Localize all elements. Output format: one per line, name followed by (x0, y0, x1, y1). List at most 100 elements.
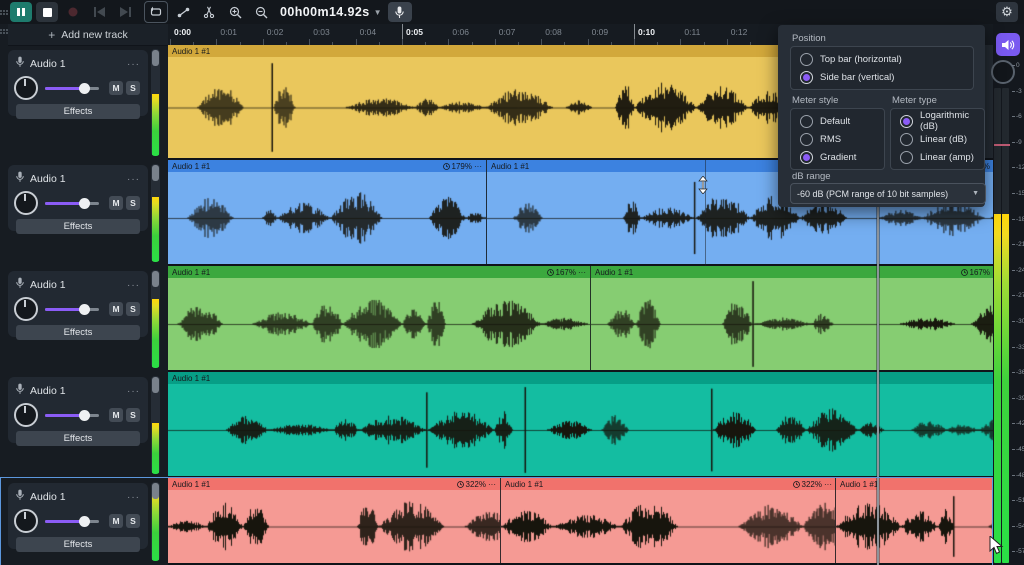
meter-type-option[interactable]: Linear (dB) (891, 130, 984, 148)
slider-thumb[interactable] (79, 83, 90, 94)
slider-thumb[interactable] (79, 304, 90, 315)
master-volume-knob[interactable] (991, 60, 1015, 84)
audio-clip[interactable]: Audio 1 #1167% (590, 266, 994, 370)
track-header: Audio 1 ··· MS Effects (0, 478, 168, 565)
track-header-card[interactable]: Audio 1···MSEffects (8, 271, 148, 337)
solo-button[interactable]: S (126, 514, 140, 528)
audio-clip[interactable]: Audio 1 #1322%··· (500, 478, 836, 563)
effects-button[interactable]: Effects (16, 219, 140, 234)
time-display-dropdown[interactable]: 00h00m14.92s ▼ (280, 5, 382, 19)
clip-more-button[interactable]: ··· (488, 480, 496, 489)
toolbar-drag-handle[interactable] (0, 10, 8, 15)
track-volume-slider[interactable] (45, 308, 99, 311)
audio-clip[interactable]: Audio 1 #1 322%··· (168, 478, 500, 563)
track-mic-icon (16, 276, 24, 294)
slider-thumb[interactable] (79, 198, 90, 209)
loop-button[interactable] (144, 1, 168, 23)
add-new-track-button[interactable]: + Add new track (8, 24, 168, 46)
meter-style-option[interactable]: Default (791, 112, 884, 130)
audio-clip[interactable]: Audio 1 #1 (168, 372, 993, 476)
microphone-button[interactable] (388, 2, 412, 22)
track-gain-knob[interactable] (14, 191, 38, 215)
track-meter-handle[interactable] (152, 377, 159, 393)
panel-drag-handle[interactable] (0, 29, 8, 34)
track-menu-button[interactable]: ··· (127, 59, 140, 70)
mute-button[interactable]: M (109, 81, 123, 95)
clip-more-button[interactable]: ··· (578, 268, 586, 277)
clip-label: Audio 1 #1 (172, 480, 210, 489)
track-gain-knob[interactable] (14, 76, 38, 100)
stop-button[interactable] (36, 2, 58, 22)
track-volume-slider[interactable] (45, 414, 99, 417)
track-menu-button[interactable]: ··· (127, 386, 140, 397)
track-menu-button[interactable]: ··· (127, 280, 140, 291)
radio-icon (800, 115, 813, 128)
track-header-card[interactable]: Audio 1···MSEffects (8, 50, 148, 116)
clip-more-button[interactable]: ··· (474, 162, 482, 171)
audio-clip[interactable]: Audio 1 #1179%··· (168, 160, 486, 264)
ruler-label: 0:12 (731, 27, 748, 37)
db-range-section-label: dB range (792, 171, 831, 182)
clip-stretch-value: 322% (466, 480, 486, 489)
effects-button[interactable]: Effects (16, 325, 140, 340)
effects-button[interactable]: Effects (16, 104, 140, 119)
zoom-in-button[interactable] (224, 2, 246, 22)
clip-title-bar: Audio 1 #1179%··· (168, 160, 486, 172)
slider-thumb[interactable] (79, 516, 90, 527)
mute-button[interactable]: M (109, 196, 123, 210)
zoom-out-button[interactable] (250, 2, 272, 22)
mute-button[interactable]: M (109, 408, 123, 422)
meter-type-option-label: Linear (dB) (920, 134, 967, 145)
effects-button[interactable]: Effects (16, 537, 140, 552)
position-option[interactable]: Top bar (horizontal) (791, 50, 973, 68)
track-gain-knob[interactable] (14, 297, 38, 321)
envelope-tool-button[interactable] (172, 2, 194, 22)
skip-forward-button[interactable] (114, 2, 136, 22)
meter-style-option[interactable]: Gradient (791, 148, 884, 166)
clip-stretch-value: 167% (970, 268, 990, 277)
mute-button[interactable]: M (109, 302, 123, 316)
meter-type-option[interactable]: Linear (amp) (891, 148, 984, 166)
track-meter-handle[interactable] (152, 50, 159, 66)
meter-scale-label: -36 (1016, 369, 1024, 376)
track-meter-handle[interactable] (152, 165, 159, 181)
track-volume-slider[interactable] (45, 87, 99, 90)
effects-button[interactable]: Effects (16, 431, 140, 446)
track-meter-handle[interactable] (152, 271, 159, 287)
position-option[interactable]: Side bar (vertical) (791, 68, 973, 86)
track-gain-knob[interactable] (14, 403, 38, 427)
track-header-card[interactable]: Audio 1 ··· MS Effects (8, 483, 148, 549)
pause-button[interactable] (10, 2, 32, 22)
track-gain-knob[interactable] (14, 509, 38, 533)
meter-style-option[interactable]: RMS (791, 130, 884, 148)
audio-clip[interactable]: Audio 1 #1 (835, 478, 994, 563)
track-name: Audio 1 (30, 491, 66, 503)
track-volume-slider[interactable] (45, 520, 99, 523)
db-range-select[interactable]: -60 dB (PCM range of 10 bit samples) ▼ (790, 183, 986, 204)
track-menu-button[interactable]: ··· (127, 174, 140, 185)
track-header-card[interactable]: Audio 1···MSEffects (8, 377, 148, 443)
solo-button[interactable]: S (126, 196, 140, 210)
audio-clip[interactable]: Audio 1 #1 (168, 45, 869, 158)
radio-icon (800, 133, 813, 146)
speaker-button[interactable] (996, 33, 1020, 56)
meter-type-option[interactable]: Logarithmic (dB) (891, 112, 984, 130)
slider-thumb[interactable] (79, 410, 90, 421)
record-button[interactable] (62, 2, 84, 22)
audio-clip[interactable]: Audio 1 #1167%··· (168, 266, 590, 370)
track-volume-slider[interactable] (45, 202, 99, 205)
cut-button[interactable] (198, 2, 220, 22)
settings-button[interactable]: ⚙ (996, 2, 1018, 22)
track-header-card[interactable]: Audio 1···MSEffects (8, 165, 148, 231)
ruler-label: 0:09 (592, 27, 609, 37)
track-meter-handle[interactable] (152, 483, 159, 499)
solo-button[interactable]: S (126, 81, 140, 95)
clip-waveform (168, 172, 486, 264)
skip-back-button[interactable] (88, 2, 110, 22)
meter-scale-tick (1012, 526, 1015, 527)
track-menu-button[interactable]: ··· (127, 492, 140, 503)
clip-more-button[interactable]: ··· (824, 480, 832, 489)
solo-button[interactable]: S (126, 408, 140, 422)
mute-button[interactable]: M (109, 514, 123, 528)
solo-button[interactable]: S (126, 302, 140, 316)
